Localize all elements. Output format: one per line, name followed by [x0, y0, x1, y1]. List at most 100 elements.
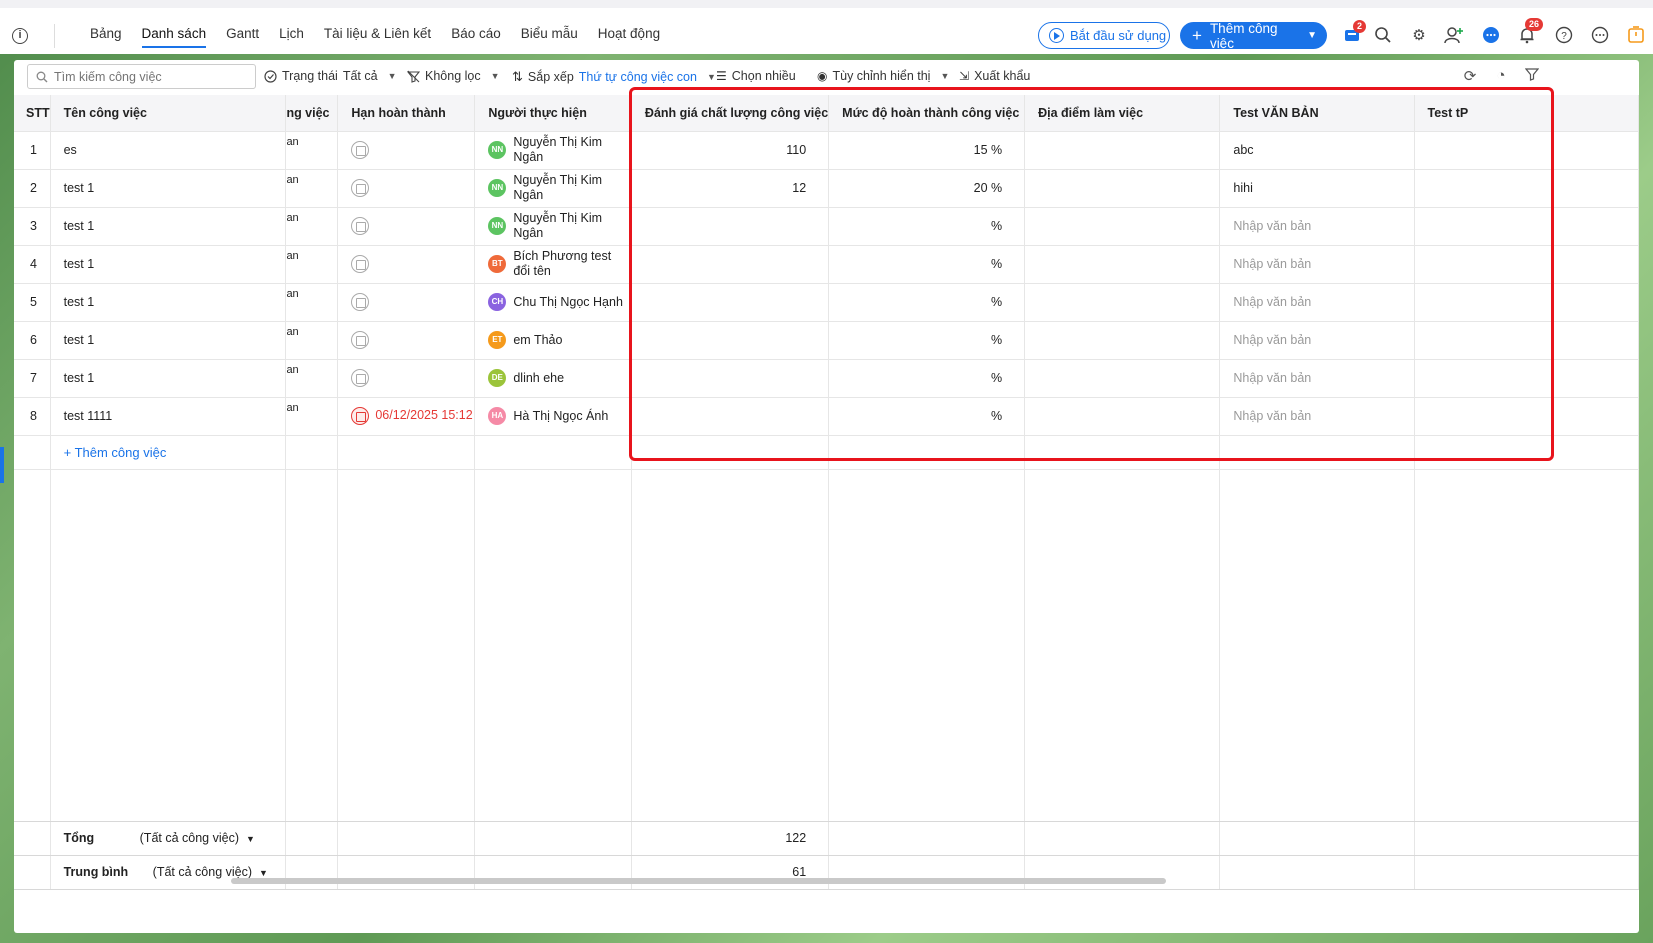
tp-cell[interactable]	[1414, 131, 1639, 170]
filter-dropdown[interactable]: Không lọc ▼	[407, 69, 500, 83]
tab-board[interactable]: Bảng	[80, 16, 132, 62]
text-cell[interactable]: Nhập văn bản	[1219, 359, 1415, 398]
calendar-icon[interactable]	[351, 331, 370, 349]
due-date-cell[interactable]	[337, 283, 476, 322]
timer-icon[interactable]	[1626, 26, 1646, 46]
calendar-icon[interactable]	[351, 293, 370, 311]
task-name-cell[interactable]: test 1	[50, 169, 287, 208]
quality-cell[interactable]: 110	[631, 131, 830, 170]
col-text-header[interactable]: Test VĂN BẢN	[1219, 95, 1415, 132]
location-cell[interactable]	[1024, 207, 1221, 246]
completion-cell[interactable]: %	[828, 321, 1026, 360]
due-date-cell[interactable]	[337, 359, 476, 398]
location-cell[interactable]	[1024, 397, 1221, 436]
tp-cell[interactable]	[1414, 359, 1639, 398]
tp-cell[interactable]	[1414, 245, 1639, 284]
completion-cell[interactable]: %	[828, 359, 1026, 398]
search-input[interactable]	[54, 69, 244, 84]
assignee-cell[interactable]: NN Nguyễn Thị Kim Ngân	[474, 207, 632, 246]
due-date-cell[interactable]	[337, 321, 476, 360]
tab-activity[interactable]: Hoạt động	[588, 16, 670, 62]
col-due-header[interactable]: Hạn hoàn thành	[337, 95, 476, 132]
gear-icon[interactable]: ⚙	[1409, 26, 1429, 46]
table-row[interactable]: 6 test 1 an ET em Thảo% Nhập văn bản	[14, 321, 1639, 360]
chat-icon[interactable]	[1481, 26, 1501, 46]
col-clipped-header[interactable]: ng việc	[285, 95, 339, 132]
table-row[interactable]: 7 test 1 an DE dlinh ehe% Nhập văn bản	[14, 359, 1639, 398]
calendar-icon[interactable]	[351, 217, 370, 235]
quality-cell[interactable]	[631, 397, 830, 436]
tp-cell[interactable]	[1414, 321, 1639, 360]
completion-cell[interactable]: 20 %	[828, 169, 1026, 208]
col-quality-header[interactable]: Đánh giá chất lượng công việc	[631, 95, 830, 132]
tab-forms[interactable]: Biểu mẫu	[511, 16, 588, 62]
col-completion-header[interactable]: Mức độ hoàn thành công việc	[828, 95, 1026, 132]
get-started-button[interactable]: Bắt đầu sử dụng	[1038, 22, 1170, 49]
tab-docs-links[interactable]: Tài liệu & Liên kết	[314, 16, 441, 62]
tab-reports[interactable]: Báo cáo	[441, 16, 511, 62]
text-cell[interactable]: Nhập văn bản	[1219, 207, 1415, 246]
chevron-down-icon[interactable]: ▼	[1307, 30, 1317, 41]
calendar-icon[interactable]	[351, 141, 370, 159]
cart-icon[interactable]: 2	[1342, 20, 1367, 46]
table-row[interactable]: 8 test 1111 an 06/12/2025 15:12 HA Hà Thị Ngọ…	[14, 397, 1639, 436]
location-cell[interactable]	[1024, 359, 1221, 398]
tab-gantt[interactable]: Gantt	[216, 16, 269, 62]
assignee-cell[interactable]: NN Nguyễn Thị Kim Ngân	[474, 169, 632, 208]
search-box[interactable]	[27, 64, 256, 89]
assignee-cell[interactable]: HA Hà Thị Ngọc Ánh	[474, 397, 632, 436]
help-icon[interactable]: ?	[1554, 26, 1574, 46]
average-scope-select[interactable]: (Tất cả công việc) ▼	[153, 865, 268, 879]
table-row[interactable]: 1 es an NN Nguyễn Thị Kim Ngân 110 15 % abc	[14, 131, 1639, 170]
text-cell[interactable]: Nhập văn bản	[1219, 321, 1415, 360]
due-date-cell[interactable]	[337, 245, 476, 284]
multi-select-button[interactable]: ☰ Chọn nhiều	[716, 69, 796, 83]
pie-chart-icon[interactable]: ◔	[1491, 67, 1511, 87]
bell-icon[interactable]: 26	[1517, 18, 1544, 46]
assignee-cell[interactable]: BT Bích Phương test đổi tên	[474, 245, 632, 284]
add-task-button[interactable]: + Thêm công việc ▼	[1180, 21, 1327, 51]
col-location-header[interactable]: Địa điểm làm việc	[1024, 95, 1221, 132]
col-name-header[interactable]: Tên công việc	[50, 95, 287, 132]
quality-cell[interactable]: 12	[631, 169, 830, 208]
col-assignee-header[interactable]: Người thực hiện	[474, 95, 632, 132]
filter-icon[interactable]	[1522, 67, 1542, 87]
assignee-cell[interactable]: CH Chu Thị Ngọc Hạnh	[474, 283, 632, 322]
add-task-link[interactable]: + Thêm công việc	[64, 445, 167, 460]
tab-list[interactable]: Danh sách	[132, 16, 217, 62]
table-row[interactable]: 2 test 1 an NN Nguyễn Thị Kim Ngân 12 20 % hihi	[14, 169, 1639, 208]
status-filter[interactable]: Trạng thái Tất cả ▼	[264, 69, 397, 83]
location-cell[interactable]	[1024, 283, 1221, 322]
assignee-cell[interactable]: NN Nguyễn Thị Kim Ngân	[474, 131, 632, 170]
tp-cell[interactable]	[1414, 397, 1639, 436]
calendar-icon[interactable]	[351, 369, 370, 387]
calendar-icon[interactable]	[351, 407, 370, 425]
location-cell[interactable]	[1024, 245, 1221, 284]
task-name-cell[interactable]: test 1	[50, 321, 287, 360]
due-date-cell[interactable]	[337, 131, 476, 170]
text-cell[interactable]: Nhập văn bản	[1219, 283, 1415, 322]
completion-cell[interactable]: %	[828, 397, 1026, 436]
table-row[interactable]: 3 test 1 an NN Nguyễn Thị Kim Ngân% Nhập văn …	[14, 207, 1639, 246]
display-options[interactable]: ◉ Tùy chỉnh hiển thị ▼	[817, 69, 949, 83]
text-cell[interactable]: hihi	[1219, 169, 1415, 208]
text-cell[interactable]: Nhập văn bản	[1219, 397, 1415, 436]
calendar-icon[interactable]	[351, 179, 370, 197]
tp-cell[interactable]	[1414, 207, 1639, 246]
table-row[interactable]: 5 test 1 an CH Chu Thị Ngọc Hạnh% Nhập văn bả…	[14, 283, 1639, 322]
location-cell[interactable]	[1024, 131, 1221, 170]
completion-cell[interactable]: %	[828, 245, 1026, 284]
due-date-cell[interactable]: 06/12/2025 15:12	[337, 397, 476, 436]
sort-dropdown[interactable]: ⇅ Sắp xếp Thứ tự công việc con ▼	[512, 69, 716, 85]
task-name-cell[interactable]: test 1	[50, 245, 287, 284]
col-tp-header[interactable]: Test tP	[1414, 95, 1639, 132]
completion-cell[interactable]: %	[828, 207, 1026, 246]
location-cell[interactable]	[1024, 321, 1221, 360]
completion-cell[interactable]: 15 %	[828, 131, 1026, 170]
tp-cell[interactable]	[1414, 283, 1639, 322]
text-cell[interactable]: abc	[1219, 131, 1415, 170]
refresh-icon[interactable]: ⟳	[1460, 67, 1480, 87]
due-date-cell[interactable]	[337, 207, 476, 246]
more-icon[interactable]	[1590, 26, 1610, 46]
text-cell[interactable]: Nhập văn bản	[1219, 245, 1415, 284]
